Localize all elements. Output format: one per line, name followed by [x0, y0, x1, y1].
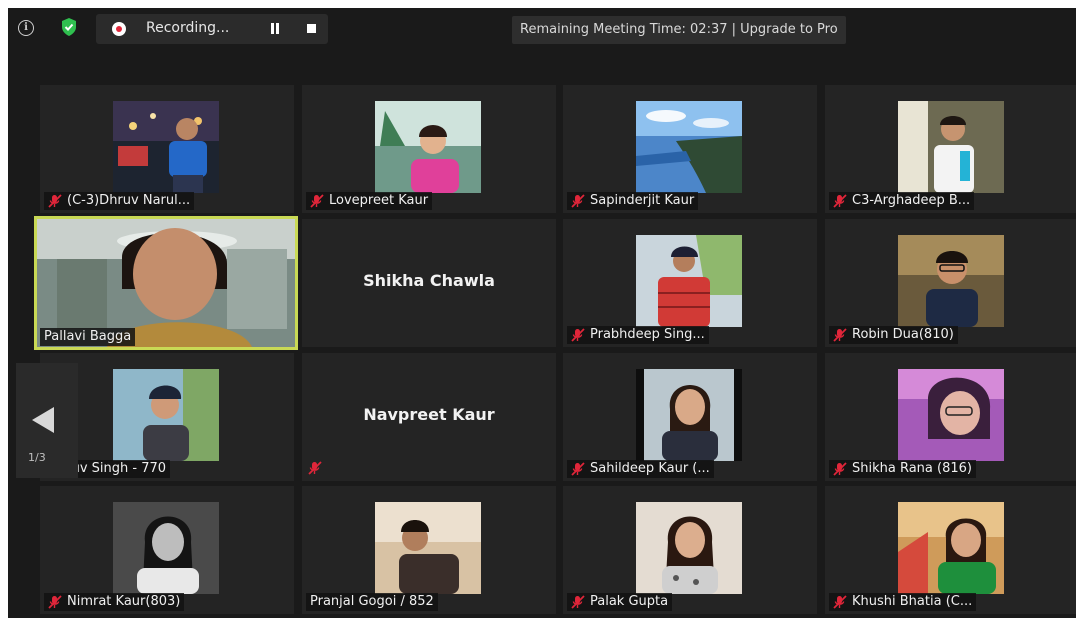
participant-name-label: Lovepreet Kaur: [306, 192, 433, 210]
participant-name: Pallavi Bagga: [44, 329, 132, 344]
participant-avatar: [113, 101, 219, 193]
info-icon[interactable]: i: [18, 20, 34, 36]
participant-name-label: Nimrat Kaur(803): [44, 593, 185, 611]
muted-mic-icon: [571, 194, 585, 208]
participant-tile[interactable]: Robin Dua(810): [825, 219, 1076, 347]
participant-name: C3-Arghadeep B...: [852, 193, 971, 208]
participant-name: Khushi Bhatia (C...: [852, 594, 973, 609]
muted-mic-icon: [571, 595, 585, 609]
participant-avatar: [898, 235, 1004, 327]
participant-avatar: [898, 369, 1004, 461]
muted-mic-icon: [48, 194, 62, 208]
participant-tile[interactable]: Navpreet Kaur: [302, 353, 556, 481]
participant-name-label: Khushi Bhatia (C...: [829, 593, 977, 611]
shield-icon[interactable]: [60, 17, 78, 37]
participant-name-label: Palak Gupta: [567, 593, 673, 611]
participant-tile[interactable]: Sapinderjit Kaur: [563, 85, 817, 213]
participant-name: Shikha Rana (816): [852, 461, 972, 476]
participant-name-label: Robin Dua(810): [829, 326, 958, 344]
muted-mic-icon: [833, 462, 847, 476]
participant-name: (C-3)Dhruv Narul...: [67, 193, 191, 208]
participant-tile[interactable]: Nimrat Kaur(803): [40, 486, 294, 614]
participant-tile[interactable]: Shikha Rana (816): [825, 353, 1076, 481]
participant-avatar: [898, 101, 1004, 193]
participant-name-label: Prabhdeep Sing...: [567, 326, 709, 344]
meeting-window: i Recording... Remaining Meeting Time: 0…: [8, 8, 1076, 618]
participant-avatar: [113, 369, 219, 461]
participant-name-label: Pranjal Gogoi / 852: [306, 593, 438, 611]
top-toolbar: i Recording... Remaining Meeting Time: 0…: [8, 8, 1076, 48]
participant-name-label: Pallavi Bagga: [40, 328, 136, 346]
participant-avatar: [636, 235, 742, 327]
participant-name: Sapinderjit Kaur: [590, 193, 695, 208]
participant-name-label: (C-3)Dhruv Narul...: [44, 192, 195, 210]
participant-name: Lovepreet Kaur: [329, 193, 429, 208]
participant-name: Nimrat Kaur(803): [67, 594, 181, 609]
recording-status: Recording...: [146, 20, 230, 36]
muted-mic-icon: [833, 194, 847, 208]
participant-tile[interactable]: Prabhdeep Sing...: [563, 219, 817, 347]
page-indicator: 1/3: [28, 451, 46, 464]
participant-name: Pranjal Gogoi / 852: [310, 594, 434, 609]
participant-avatar: [636, 101, 742, 193]
record-icon: [112, 22, 126, 36]
participant-avatar: [113, 502, 219, 594]
muted-mic-icon: [833, 328, 847, 342]
muted-mic-icon: [571, 328, 585, 342]
active-speaker-tile[interactable]: Pallavi Bagga: [34, 216, 298, 350]
participant-tile[interactable]: Palak Gupta: [563, 486, 817, 614]
participant-avatar: [636, 502, 742, 594]
participant-name: Navpreet Kaur: [363, 405, 495, 424]
recording-panel: Recording...: [96, 14, 328, 44]
participant-name: Palak Gupta: [590, 594, 669, 609]
participant-tile[interactable]: Khushi Bhatia (C...: [825, 486, 1076, 614]
participant-name: Sahildeep Kaur (...: [590, 461, 710, 476]
participant-avatar: [375, 101, 481, 193]
participant-name-label: Sahildeep Kaur (...: [567, 460, 714, 478]
participant-avatar: [898, 502, 1004, 594]
muted-mic-icon: [48, 595, 62, 609]
participant-name-label: Shikha Rana (816): [829, 460, 976, 478]
muted-mic-icon: [833, 595, 847, 609]
participant-tile[interactable]: C3-Arghadeep B...: [825, 85, 1076, 213]
participant-avatar: [375, 502, 481, 594]
muted-mic-icon: [310, 194, 324, 208]
muted-mic-icon: [308, 461, 322, 475]
pause-recording-button[interactable]: [270, 23, 282, 35]
meeting-time-banner[interactable]: Remaining Meeting Time: 02:37 | Upgrade …: [512, 16, 846, 44]
participant-name: Robin Dua(810): [852, 327, 954, 342]
participant-tile[interactable]: Pranjal Gogoi / 852: [302, 486, 556, 614]
participant-name: Shikha Chawla: [363, 271, 495, 290]
participant-tile[interactable]: Shikha Chawla: [302, 219, 556, 347]
muted-mic-icon: [571, 462, 585, 476]
stop-recording-button[interactable]: [307, 24, 316, 33]
participant-tile[interactable]: Lovepreet Kaur: [302, 85, 556, 213]
participant-tile[interactable]: Dhruv Singh - 770: [40, 353, 294, 481]
participant-name-label: C3-Arghadeep B...: [829, 192, 975, 210]
chevron-left-icon: [32, 407, 54, 433]
participant-avatar: [636, 369, 742, 461]
participant-tile[interactable]: (C-3)Dhruv Narul...: [40, 85, 294, 213]
participant-name-label: Sapinderjit Kaur: [567, 192, 699, 210]
participant-tile[interactable]: Sahildeep Kaur (...: [563, 353, 817, 481]
participant-name: Prabhdeep Sing...: [590, 327, 705, 342]
previous-page-button[interactable]: 1/3: [16, 363, 78, 478]
